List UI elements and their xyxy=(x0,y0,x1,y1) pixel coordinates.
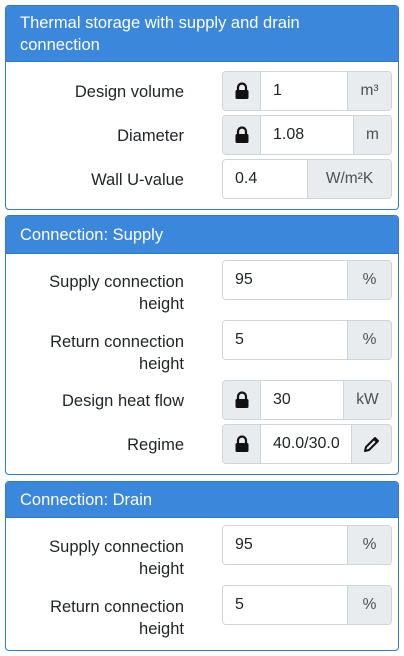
panel-title: Connection: Drain xyxy=(20,490,153,509)
unit-label: % xyxy=(347,261,391,299)
return-height-label: Return connection height xyxy=(50,331,184,375)
heat-flow-label: Design heat flow xyxy=(62,392,184,410)
unit-label: % xyxy=(347,586,391,624)
connection-drain-header: Connection: Drain xyxy=(6,482,398,518)
label-line: height xyxy=(139,620,184,638)
label-line: height xyxy=(139,560,184,578)
panel-title: Thermal storage with supply and drain co… xyxy=(20,13,300,54)
unit-label: % xyxy=(347,526,391,564)
drain-supply-height-input[interactable] xyxy=(223,526,347,564)
connection-supply-header: Connection: Supply xyxy=(6,216,398,254)
label-line: Supply connection xyxy=(49,538,184,556)
supply-height-group: % xyxy=(222,260,392,300)
unit-label: W/m²K xyxy=(307,160,391,198)
unit-label: m³ xyxy=(347,72,391,110)
lock-icon xyxy=(235,391,248,408)
lock-icon xyxy=(235,126,248,143)
lock-toggle-button[interactable] xyxy=(223,381,261,419)
regime-group xyxy=(222,424,392,464)
label-line: Supply connection xyxy=(49,273,184,291)
label-line: Return connection xyxy=(50,598,184,616)
return-height-input[interactable] xyxy=(223,321,347,359)
heat-flow-input[interactable] xyxy=(261,381,343,419)
label-line: height xyxy=(139,355,184,373)
diameter-group: m xyxy=(222,115,392,155)
unit-label: m xyxy=(353,116,391,154)
connection-drain-panel: Connection: Drain Supply connection heig… xyxy=(5,481,399,651)
wall-u-label: Wall U-value xyxy=(91,171,184,189)
drain-return-height-group: % xyxy=(222,585,392,625)
lock-toggle-button[interactable] xyxy=(223,425,261,463)
thermal-storage-panel: Thermal storage with supply and drain co… xyxy=(5,5,399,210)
edit-regime-button[interactable] xyxy=(351,425,391,463)
drain-supply-height-group: % xyxy=(222,525,392,565)
supply-height-label: Supply connection height xyxy=(49,271,184,315)
return-height-group: % xyxy=(222,320,392,360)
panel-title: Connection: Supply xyxy=(20,225,164,244)
lock-icon xyxy=(235,435,248,452)
diameter-label: Diameter xyxy=(117,127,184,145)
diameter-input[interactable] xyxy=(261,116,353,154)
lock-icon xyxy=(235,82,248,99)
supply-height-input[interactable] xyxy=(223,261,347,299)
design-volume-input[interactable] xyxy=(261,72,347,110)
drain-return-height-input[interactable] xyxy=(223,586,347,624)
thermal-storage-header: Thermal storage with supply and drain co… xyxy=(6,6,398,62)
lock-toggle-button[interactable] xyxy=(223,116,261,154)
return-height-label: Return connection height xyxy=(50,596,184,640)
unit-label: % xyxy=(347,321,391,359)
regime-label: Regime xyxy=(127,436,184,454)
label-line: height xyxy=(139,295,184,313)
unit-label: kW xyxy=(343,381,391,419)
connection-supply-panel: Connection: Supply Supply connection hei… xyxy=(5,215,399,475)
design-volume-label: Design volume xyxy=(74,83,184,101)
regime-input[interactable] xyxy=(261,425,351,463)
heat-flow-group: kW xyxy=(222,380,392,420)
pencil-icon xyxy=(363,437,379,452)
design-volume-group: m³ xyxy=(222,71,392,111)
wall-u-group: W/m²K xyxy=(222,159,392,199)
lock-toggle-button[interactable] xyxy=(223,72,261,110)
supply-height-label: Supply connection height xyxy=(49,536,184,580)
label-line: Return connection xyxy=(50,333,184,351)
wall-u-input[interactable] xyxy=(223,160,307,198)
